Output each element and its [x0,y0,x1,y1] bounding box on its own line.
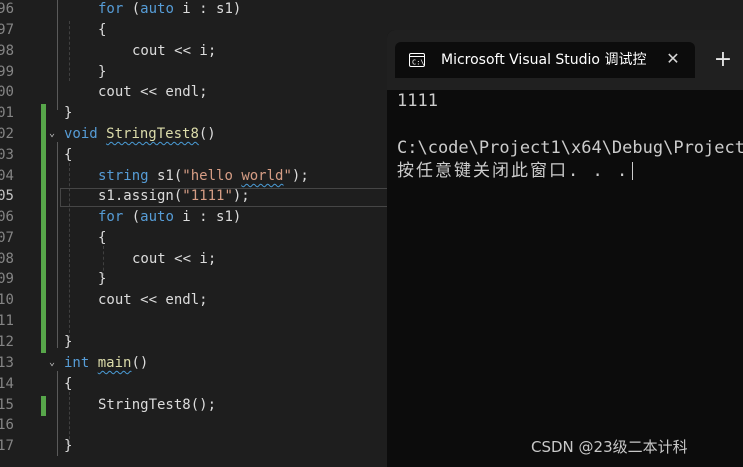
console-output-line: C:\code\Project1\x64\Debug\Project1.exe [397,138,743,158]
code-text: cout << i; [132,43,217,59]
code-text: } [64,438,73,454]
line-number: 116 [0,417,14,433]
code-text: { [98,22,107,38]
line-number: 111 [0,313,14,329]
line-number: 96 [0,1,14,17]
fold-chevron-icon[interactable]: ⌄ [49,358,57,368]
line-number: 112 [0,334,14,350]
line-number: 109 [0,271,14,287]
code-text: { [64,147,73,163]
code-text: { [98,230,107,246]
line-number: 108 [0,251,14,267]
line-number: 115 [0,397,14,413]
new-tab-button[interactable]: + [711,49,735,71]
code-text: void StringTest8() [64,126,216,142]
console-icon: C:\ [409,52,425,67]
line-number: 114 [0,376,14,392]
code-text: cout << endl; [98,292,208,308]
fold-chevron-icon[interactable]: ⌄ [49,129,57,139]
line-number: 105 [0,188,14,204]
code-text: } [64,334,73,350]
line-number: 100 [0,84,14,100]
code-text: for (auto i : s1) [98,1,242,17]
watermark: CSDN @23级二本计科 [531,438,688,456]
line-number: 110 [0,292,14,308]
line-number: 99 [0,64,14,80]
code-text: string s1("hello world"); [98,168,309,184]
code-text: StringTest8(); [98,397,217,413]
line-number: 104 [0,168,14,184]
line-number: 102 [0,126,14,142]
code-text: } [64,105,73,121]
line-number: 101 [0,105,14,121]
code-text: } [98,64,107,80]
tab-title: Microsoft Visual Studio 调试控制台 [441,52,647,68]
code-line[interactable]: 96 for (auto i : s1) [0,0,743,20]
svg-text:C:\: C:\ [412,59,425,67]
terminal-tab[interactable]: C:\ Microsoft Visual Studio 调试控制台 ✕ [395,42,695,78]
close-icon[interactable]: ✕ [663,49,683,69]
line-number: 103 [0,147,14,163]
code-text: } [98,271,107,287]
line-number: 106 [0,209,14,225]
code-text: int main() [64,355,149,371]
line-number: 113 [0,355,14,371]
line-number: 107 [0,230,14,246]
code-text: for (auto i : s1) [98,209,242,225]
code-text: cout << i; [132,251,217,267]
line-number: 98 [0,43,14,59]
line-number: 117 [0,438,14,454]
debug-console-window[interactable]: C:\ Microsoft Visual Studio 调试控制台 ✕ + 11… [387,30,743,467]
code-text: cout << endl; [98,84,208,100]
code-text: s1.assign("1111"); [98,188,250,204]
console-prompt-line: 按任意键关闭此窗口. . . [397,160,634,182]
code-text: { [64,376,73,392]
terminal-tab-bar: C:\ Microsoft Visual Studio 调试控制台 ✕ + [387,30,743,90]
line-number: 97 [0,22,14,38]
console-output-line: 1111 [397,91,438,111]
text-cursor [632,162,634,180]
console-prompt-text: 按任意键关闭此窗口. . . [397,161,630,181]
